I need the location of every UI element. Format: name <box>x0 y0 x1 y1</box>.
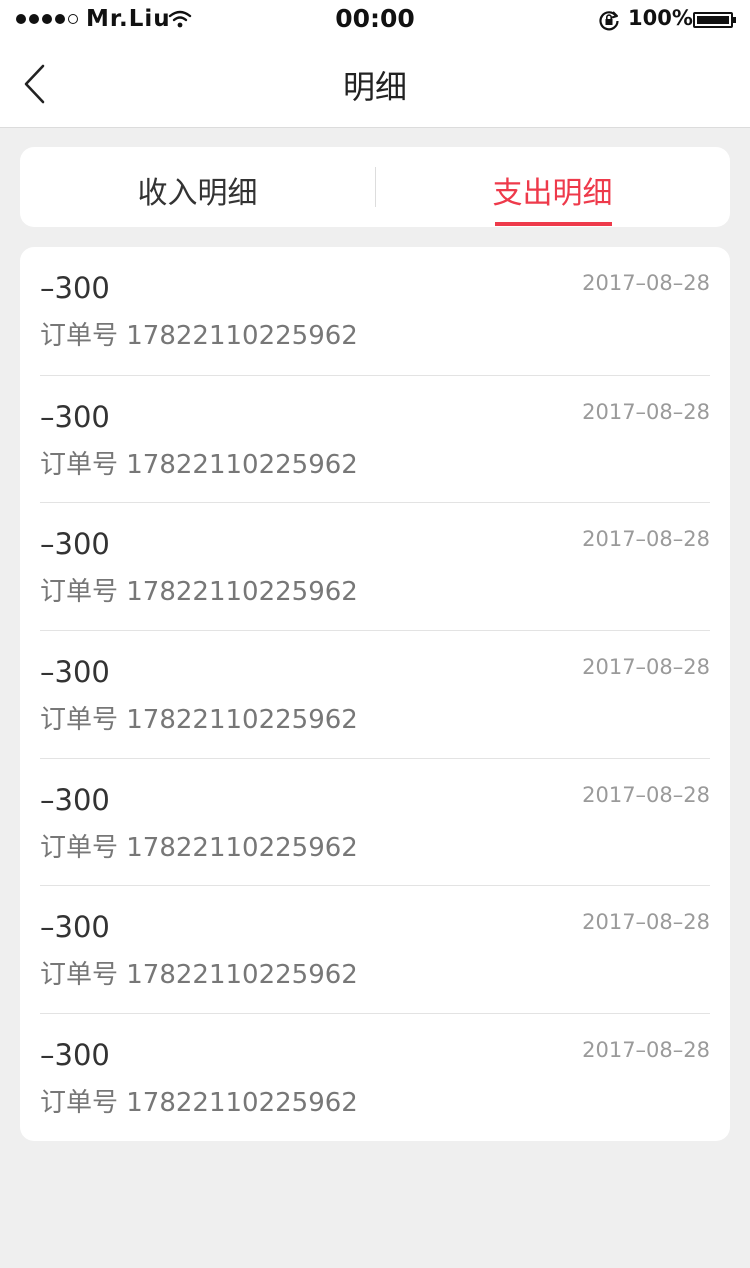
record-order-number: 订单号 17822110225962 <box>40 1088 358 1119</box>
record-date: 2017–08–28 <box>582 782 710 807</box>
list-item[interactable]: –300 2017–08–28 订单号 17822110225962 <box>40 757 710 886</box>
tab-bar: 收入明细 支出明细 <box>20 147 730 227</box>
page-title: 明细 <box>342 68 407 106</box>
record-date: 2017–08–28 <box>582 271 710 295</box>
tab-label: 收入明细 <box>137 176 258 211</box>
header: Mr.Liu 00:00 100% 明细 <box>0 0 750 128</box>
list-item[interactable]: –300 2017–08–28 订单号 17822110225962 <box>40 502 710 630</box>
record-order-number: 订单号 17822110225962 <box>40 321 358 351</box>
record-order-number: 订单号 17822110225962 <box>40 577 358 608</box>
record-amount: –300 <box>40 271 110 305</box>
record-amount: –300 <box>40 910 110 945</box>
record-date: 2017–08–28 <box>582 910 710 935</box>
tab-income-details[interactable]: 收入明细 <box>20 147 375 227</box>
active-tab-indicator <box>495 222 612 226</box>
list-item[interactable]: –300 2017–08–28 订单号 17822110225962 <box>40 885 710 1013</box>
record-amount: –300 <box>40 527 110 562</box>
list-item[interactable]: –300 2017–08–28 订单号 17822110225962 <box>40 1013 710 1141</box>
tab-label: 支出明细 <box>492 176 613 211</box>
rotation-lock-icon <box>598 9 620 35</box>
record-amount: –300 <box>40 655 110 690</box>
record-order-number: 订单号 17822110225962 <box>40 832 358 863</box>
record-date: 2017–08–28 <box>582 399 710 424</box>
record-order-number: 订单号 17822110225962 <box>40 960 358 991</box>
list-item[interactable]: –300 2017–08–28 订单号 17822110225962 <box>40 247 710 375</box>
record-amount: –300 <box>40 399 110 434</box>
record-amount: –300 <box>40 782 110 817</box>
list-item[interactable]: –300 2017–08–28 订单号 17822110225962 <box>40 630 710 758</box>
list-item[interactable]: –300 2017–08–28 订单号 17822110225962 <box>40 374 710 503</box>
record-date: 2017–08–28 <box>582 1038 710 1063</box>
status-bar: Mr.Liu 00:00 100% <box>0 0 750 40</box>
battery-percentage: 100% <box>628 6 693 30</box>
expense-list: –300 2017–08–28 订单号 17822110225962 –300 … <box>20 247 730 1141</box>
record-order-number: 订单号 17822110225962 <box>40 705 358 736</box>
tab-expense-details[interactable]: 支出明细 <box>375 147 730 227</box>
record-order-number: 订单号 17822110225962 <box>40 449 358 480</box>
battery-icon <box>693 12 736 28</box>
record-amount: –300 <box>40 1038 110 1073</box>
record-date: 2017–08–28 <box>582 527 710 552</box>
record-date: 2017–08–28 <box>582 655 710 680</box>
